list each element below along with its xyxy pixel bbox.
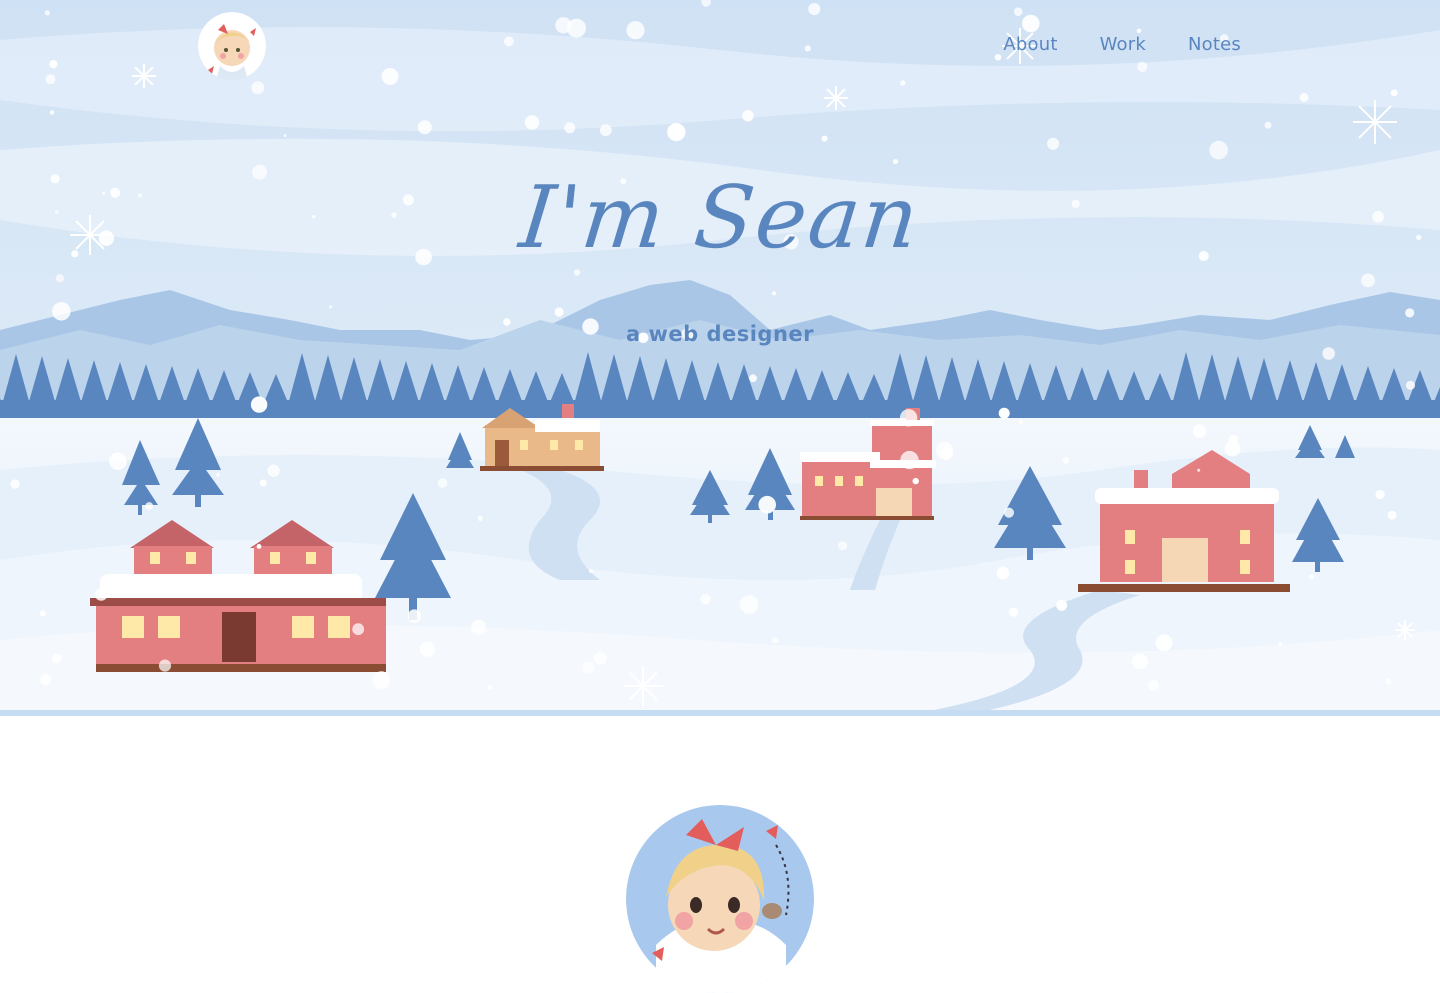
winter-village-illustration bbox=[0, 0, 1440, 716]
nav-about[interactable]: About bbox=[1003, 34, 1057, 55]
main-nav: About Work Notes bbox=[1003, 34, 1241, 55]
girl-avatar-icon bbox=[626, 805, 814, 993]
hero-title: I'm Sean bbox=[515, 168, 925, 268]
nav-notes[interactable]: Notes bbox=[1188, 34, 1241, 55]
hero-banner: About Work Notes I'm Sean a web designer bbox=[0, 0, 1440, 716]
profile-avatar bbox=[626, 805, 814, 993]
hero-subtitle: a web designer bbox=[625, 322, 815, 346]
logo-avatar[interactable] bbox=[198, 12, 266, 80]
girl-avatar-icon bbox=[198, 12, 266, 80]
nav-work[interactable]: Work bbox=[1100, 34, 1146, 55]
